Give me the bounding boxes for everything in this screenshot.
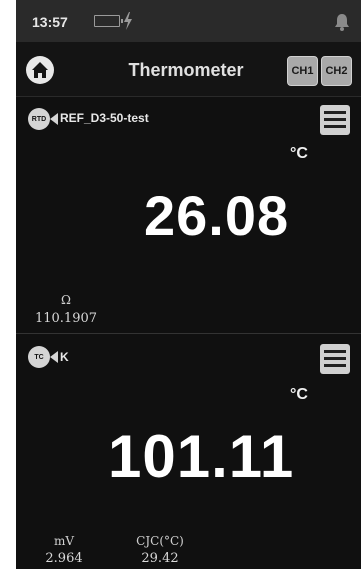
- arrow-left-icon: [50, 351, 58, 363]
- arrow-left-icon: [50, 113, 58, 125]
- app-header: Thermometer CH1 CH2: [16, 42, 361, 96]
- hamburger-menu-icon: [324, 111, 346, 114]
- channel2-sensor-name: K: [60, 350, 69, 364]
- channel2-menu-button[interactable]: [320, 344, 350, 374]
- channel1-reading: 26.08: [144, 184, 290, 247]
- home-icon: [32, 62, 48, 78]
- channel2-aux-value-cjc: 29.42: [141, 551, 179, 566]
- tc-sensor-icon: TC: [28, 346, 50, 368]
- bell-icon: [335, 14, 349, 31]
- ch1-button[interactable]: CH1: [287, 56, 318, 86]
- hamburger-menu-icon: [324, 350, 346, 353]
- page-title: Thermometer: [128, 60, 244, 80]
- channel2-aux-label-mv: mV: [53, 534, 75, 548]
- status-time: 13:57: [32, 14, 68, 30]
- channel1-aux-value: 110.1907: [34, 311, 98, 326]
- home-button[interactable]: [26, 56, 54, 84]
- channel1-aux-label: Ω: [61, 293, 71, 307]
- rtd-sensor-icon: RTD: [28, 108, 50, 130]
- device-screen: 13:57 Thermometer CH1 CH2 RTD REF_D3-50-…: [16, 0, 361, 569]
- status-bar: 13:57: [16, 0, 361, 42]
- channel1-panel: RTD REF_D3-50-test °C 26.08 Ω 110.1907: [16, 96, 361, 333]
- channel2-panel: TC K °C 101.11 mV 2.964 CJC(°C) 29.42: [16, 333, 361, 569]
- channel2-reading: 101.11: [108, 423, 295, 490]
- channel1-unit: °C: [290, 145, 308, 162]
- channel1-sensor-name: REF_D3-50-test: [60, 111, 149, 125]
- channel1-menu-button[interactable]: [320, 105, 350, 135]
- channel2-aux-value-mv: 2.964: [45, 551, 83, 566]
- lightning-bolt-icon: [124, 12, 132, 30]
- channel2-aux-label-cjc: CJC(°C): [136, 534, 184, 548]
- ch2-button[interactable]: CH2: [321, 56, 352, 86]
- battery-icon: [94, 15, 123, 27]
- channel2-unit: °C: [290, 386, 308, 403]
